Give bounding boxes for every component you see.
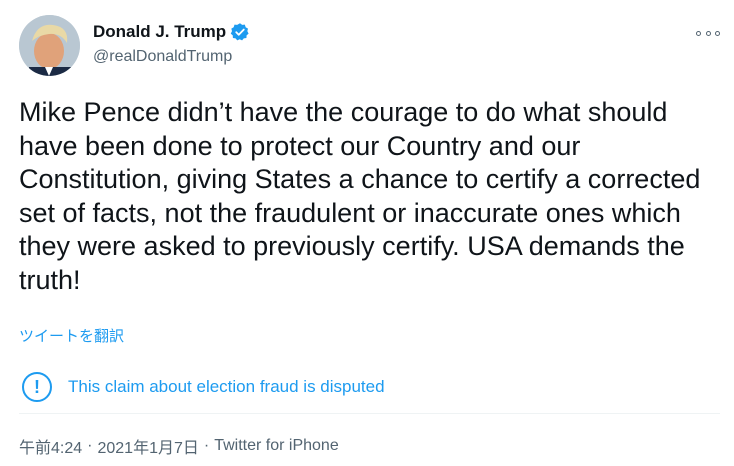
- tweet-meta: 午前4:24 · 2021年1月7日 · Twitter for iPhone: [19, 434, 339, 458]
- more-options-icon[interactable]: [696, 28, 720, 38]
- meta-separator: ·: [87, 437, 93, 454]
- display-name[interactable]: Donald J. Trump: [93, 22, 226, 42]
- profile-photo: [19, 15, 80, 76]
- disputed-notice[interactable]: ! This claim about election fraud is dis…: [19, 363, 714, 411]
- author-name-row: Donald J. Trump: [93, 22, 250, 42]
- tweet-text: Mike Pence didn’t have the courage to do…: [19, 97, 701, 295]
- author-info: Donald J. Trump @realDonaldTrump: [93, 22, 250, 66]
- tweet-date[interactable]: 2021年1月7日: [97, 434, 198, 458]
- tweet-time[interactable]: 午前4:24: [19, 434, 82, 458]
- avatar[interactable]: [19, 15, 80, 76]
- translate-link[interactable]: ツイートを翻訳: [19, 325, 124, 346]
- exclamation-circle-icon: !: [22, 372, 52, 402]
- disputed-notice-text[interactable]: This claim about election fraud is dispu…: [68, 377, 385, 397]
- meta-separator: ·: [203, 437, 210, 454]
- divider: [19, 413, 720, 414]
- handle[interactable]: @realDonaldTrump: [93, 48, 250, 66]
- verified-badge-icon: [230, 22, 250, 42]
- tweet-source[interactable]: Twitter for iPhone: [214, 437, 339, 455]
